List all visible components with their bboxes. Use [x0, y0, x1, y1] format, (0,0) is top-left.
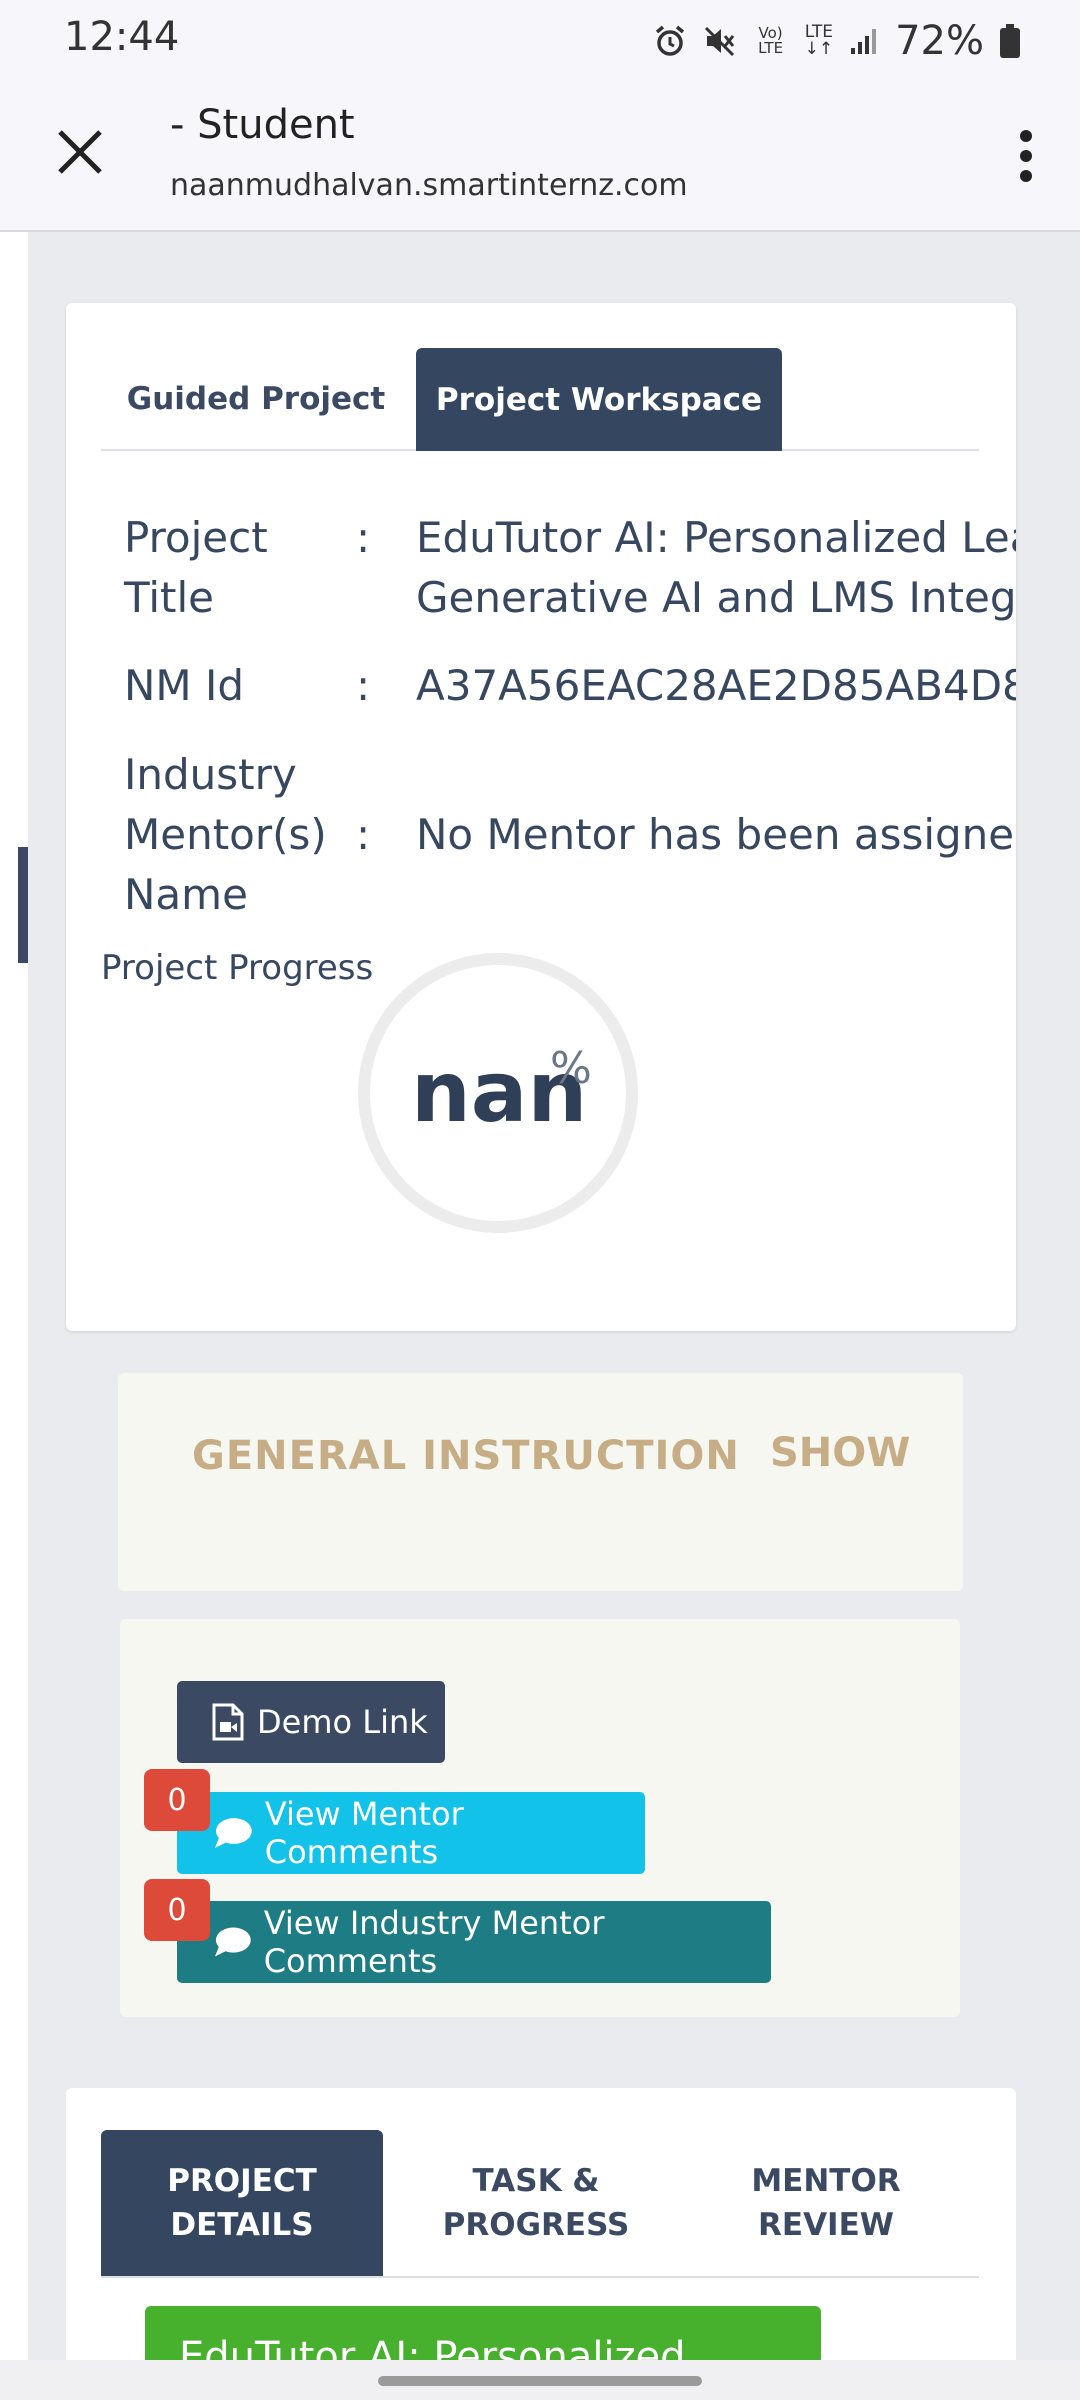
- actions-panel: Demo Link View Mentor Comments View Indu…: [120, 1619, 960, 2017]
- nm-id-colon: :: [356, 661, 371, 710]
- view-mentor-comments-label: View Mentor Comments: [264, 1795, 464, 1871]
- tab-mentor-review[interactable]: MENTOR REVIEW: [681, 2130, 971, 2276]
- view-mentor-comments-button[interactable]: View Mentor Comments: [177, 1792, 645, 1874]
- tab-project-details-line1: PROJECT: [167, 2163, 317, 2199]
- project-title-label: Project Title: [124, 508, 268, 628]
- show-instruction-button[interactable]: SHOW: [770, 1430, 910, 1476]
- demo-link-label: Demo Link: [257, 1703, 428, 1741]
- demo-link-button[interactable]: Demo Link: [177, 1681, 445, 1763]
- alarm-icon: [653, 24, 687, 58]
- tab-mentor-review-line1: MENTOR: [751, 2163, 901, 2199]
- view-industry-mentor-comments-label: View Industry Mentor Comments: [263, 1904, 605, 1980]
- tab-guided-project[interactable]: Guided Project: [101, 348, 411, 449]
- project-title-colon: :: [356, 513, 371, 562]
- mentor-comments-count-badge: 0: [144, 1769, 210, 1831]
- status-time: 12:44: [64, 14, 180, 60]
- general-instruction-panel: GENERAL INSTRUCTION SHOW: [118, 1373, 963, 1591]
- mentor-label-line2: Mentor(s): [124, 810, 327, 859]
- tab-task-progress[interactable]: TASK & PROGRESS: [391, 2130, 681, 2276]
- mentor-label-line1: Industry: [124, 750, 297, 799]
- lte-icon: LTE ↓↑: [804, 22, 834, 59]
- browser-toolbar: - Student naanmudhalvan.smartinternz.com: [0, 80, 1080, 232]
- status-bar: 12:44 Vo) LTE LTE ↓↑ 72%: [0, 0, 1080, 80]
- signal-icon: [849, 26, 879, 56]
- close-icon: [58, 130, 102, 174]
- navigation-bar: [0, 2360, 1080, 2400]
- comment-icon: [214, 1818, 252, 1848]
- tab-project-details-line2: DETAILS: [170, 2207, 314, 2243]
- sidebar-indicator[interactable]: [18, 847, 28, 963]
- mentor-name-colon: :: [356, 810, 371, 859]
- project-title-label-line1: Project: [124, 513, 268, 562]
- video-file-icon: [212, 1703, 244, 1741]
- battery-icon: [1000, 24, 1020, 58]
- details-tabs: PROJECT DETAILS TASK & PROGRESS MENTOR REVI…: [101, 2130, 979, 2278]
- tab-mentor-review-line2: REVIEW: [758, 2207, 894, 2243]
- mute-icon: [703, 24, 737, 58]
- volte-icon: Vo) LTE: [758, 24, 784, 57]
- mentor-label-line3: Name: [124, 870, 248, 919]
- industry-comments-count-badge: 0: [144, 1879, 210, 1941]
- project-title-value-line1: EduTutor AI: Personalized Learning: [416, 513, 1016, 562]
- project-title-value-line2: Generative AI and LMS Integration: [416, 573, 1016, 622]
- project-title-label-line2: Title: [124, 573, 215, 622]
- tab-project-details[interactable]: PROJECT DETAILS: [101, 2130, 383, 2276]
- lte-label: LTE: [804, 22, 833, 42]
- nm-id-value: A37A56EAC28AE2D85AB4D868BFA: [416, 661, 1016, 710]
- project-details-card: PROJECT DETAILS TASK & PROGRESS MENTOR REVI…: [66, 2088, 1016, 2400]
- more-vert-icon: [1020, 130, 1032, 182]
- mentor-name-label: Industry Mentor(s) Name: [124, 745, 327, 925]
- sidebar-rail: [0, 232, 28, 2372]
- tab-task-progress-line1: TASK &: [472, 2163, 600, 2199]
- page-title: - Student: [170, 102, 355, 148]
- page-url[interactable]: naanmudhalvan.smartinternz.com: [170, 168, 688, 203]
- progress-label: Project Progress: [101, 948, 374, 988]
- close-button[interactable]: [50, 122, 110, 182]
- progress-unit: %: [550, 1043, 592, 1094]
- project-card: Guided Project Project Workspace Project…: [66, 303, 1016, 1331]
- status-icons: Vo) LTE LTE ↓↑ 72%: [653, 18, 1020, 64]
- tab-project-workspace[interactable]: Project Workspace: [416, 348, 782, 451]
- more-options-button[interactable]: [1014, 128, 1038, 184]
- battery-percent: 72%: [895, 18, 984, 64]
- tab-task-progress-line2: PROGRESS: [442, 2207, 630, 2243]
- general-instruction-title: GENERAL INSTRUCTION: [192, 1433, 740, 1479]
- project-title-value: EduTutor AI: Personalized Learning Gener…: [416, 508, 1016, 628]
- comment-icon: [214, 1927, 251, 1957]
- mentor-name-value: No Mentor has been assigned: [416, 810, 1016, 859]
- home-gesture-handle[interactable]: [378, 2376, 702, 2386]
- nm-id-label: NM Id: [124, 661, 245, 710]
- project-tabs: Guided Project Project Workspace: [101, 348, 979, 451]
- view-industry-mentor-comments-button[interactable]: View Industry Mentor Comments: [177, 1901, 771, 1983]
